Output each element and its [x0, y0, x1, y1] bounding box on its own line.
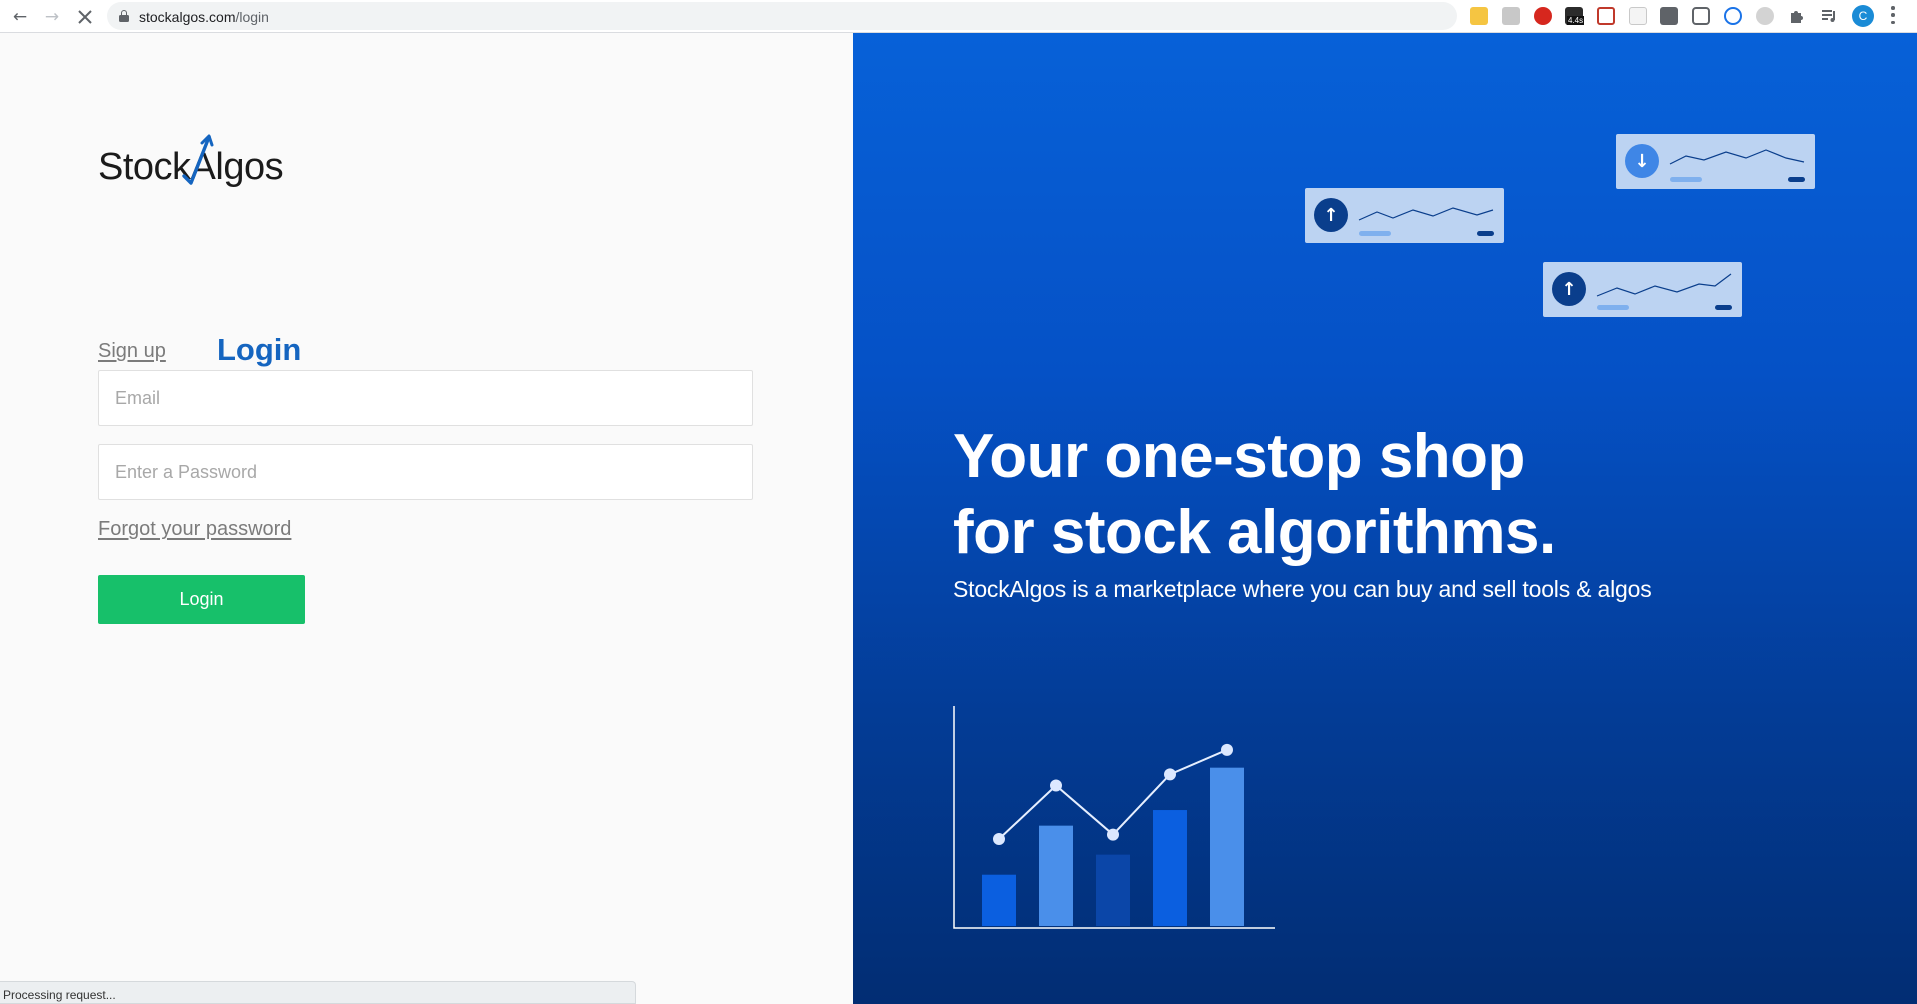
status-text: Processing request... [3, 988, 116, 1002]
arrow-up-icon: ↑ [1552, 272, 1586, 306]
address-bar[interactable]: stockalgos.com/login ☆ [107, 2, 1553, 30]
hero-headline: Your one-stop shop for stock algorithms. [953, 419, 1853, 571]
chart-bar [982, 874, 1016, 926]
chart-bar [1210, 767, 1244, 926]
sparkline [1358, 207, 1494, 221]
password-field[interactable] [98, 444, 753, 500]
browser-toolbar: ← → stockalgos.com/login ☆ 4.4s C [0, 0, 1917, 33]
stat-card: ↓ [1616, 134, 1815, 189]
forward-arrow-icon[interactable]: → [39, 4, 65, 30]
email-field[interactable] [98, 370, 753, 426]
pocket-extension-icon[interactable] [1597, 7, 1615, 25]
headline-line-2: for stock algorithms. [953, 498, 1556, 567]
network-extension-icon[interactable] [1724, 7, 1742, 25]
chart-bar [1039, 825, 1073, 926]
chart-illustration [953, 706, 1275, 929]
chart-point [1221, 743, 1233, 756]
stat-card: ↑ [1543, 262, 1742, 317]
chart-line [998, 748, 1228, 840]
status-bar: Processing request... [0, 981, 636, 1004]
facebook-extension-icon[interactable] [1660, 7, 1678, 25]
tab-signup[interactable]: Sign up [98, 340, 166, 363]
notes-extension-icon[interactable] [1470, 7, 1488, 25]
chart-point [1050, 779, 1062, 792]
url-host: stockalgos.com [139, 9, 236, 25]
gear-extension-icon[interactable] [1534, 7, 1552, 25]
arrow-down-icon: ↓ [1625, 144, 1659, 178]
hero-panel: ↑ ↓ ↑ Your one-stop shop for stock algor… [853, 33, 1917, 1004]
chart-point [1107, 828, 1119, 841]
stat-card: ↑ [1305, 188, 1504, 243]
url-text[interactable]: stockalgos.com/login [139, 9, 269, 25]
extension-badge: 4.4s [1567, 16, 1585, 25]
browser-menu-icon[interactable] [1890, 6, 1896, 24]
lock-icon[interactable] [119, 10, 129, 22]
chart-point [1164, 768, 1176, 781]
chat-extension-icon[interactable] [1692, 7, 1710, 25]
hero-subheadline: StockAlgos is a marketplace where you ca… [953, 576, 1652, 602]
url-path: /login [235, 9, 269, 25]
forgot-password-link[interactable]: Forgot your password [98, 518, 291, 541]
media-queue-icon[interactable] [1820, 7, 1838, 25]
chart-bar [1153, 810, 1187, 926]
k-extension-icon[interactable] [1756, 7, 1774, 25]
back-arrow-icon[interactable]: ← [7, 4, 33, 30]
profile-initial: C [1858, 9, 1868, 23]
sparkline [1596, 273, 1732, 297]
logo-checkmark-icon [182, 134, 214, 185]
timer-extension-icon[interactable]: 4.4s [1565, 7, 1585, 25]
chart-bar [1096, 854, 1130, 926]
puzzle-extensions-icon[interactable] [1788, 7, 1806, 25]
tab-login[interactable]: Login [217, 332, 301, 368]
arrow-up-icon: ↑ [1314, 198, 1348, 232]
headline-line-1: Your one-stop shop [953, 422, 1525, 491]
reader-extension-icon[interactable] [1502, 7, 1520, 25]
chart-point [993, 833, 1005, 846]
blank-extension-icon[interactable] [1629, 7, 1647, 25]
stop-loading-icon[interactable] [72, 4, 98, 30]
login-button[interactable]: Login [98, 575, 305, 624]
sparkline [1669, 149, 1805, 165]
profile-avatar[interactable]: C [1852, 5, 1874, 27]
login-panel: StockAlgos Sign up Login Forgot your pas… [0, 33, 853, 1004]
